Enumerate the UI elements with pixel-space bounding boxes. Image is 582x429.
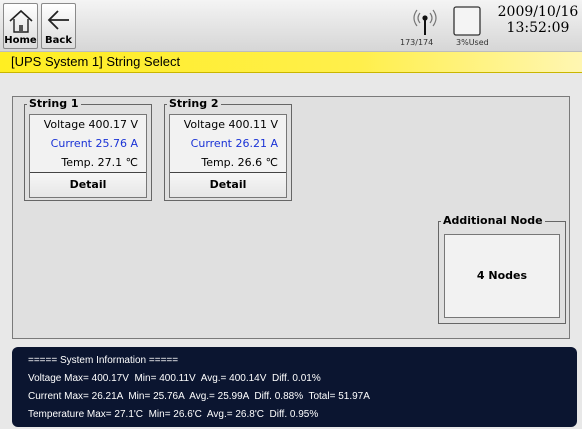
string-2-current: Current 26.21 A	[190, 137, 278, 150]
string-2-voltage: Voltage 400.11 V	[183, 118, 278, 131]
string-1-voltage: Voltage 400.17 V	[43, 118, 138, 131]
string-1-group: String 1 Voltage 400.17 V Current 25.76 …	[24, 97, 152, 201]
nodes-button[interactable]: 4 Nodes	[444, 234, 560, 318]
string-1-legend: String 1	[27, 97, 81, 111]
home-label: Home	[4, 35, 37, 46]
back-label: Back	[45, 35, 72, 46]
string-2-card[interactable]: Voltage 400.11 V Current 26.21 A Temp. 2…	[169, 114, 287, 198]
system-info-voltage: Voltage Max= 400.17V Min= 400.11V Avg.= …	[28, 373, 321, 384]
string-2-legend: String 2	[167, 97, 221, 111]
antenna-icon	[413, 9, 437, 35]
system-info-panel: ===== System Information ===== Voltage M…	[12, 347, 577, 427]
home-button[interactable]: Home	[3, 3, 38, 49]
title-bar: [UPS System 1] String Select	[0, 52, 582, 73]
time-text: 13:52:09	[506, 20, 570, 36]
back-arrow-icon	[47, 10, 69, 30]
string-2-temp: Temp. 26.6 ℃	[201, 156, 278, 169]
string-2-detail-button[interactable]: Detail	[170, 172, 286, 197]
string-1-current: Current 25.76 A	[50, 137, 138, 150]
memory-used-text: 3%Used	[456, 38, 489, 47]
string-2-group: String 2 Voltage 400.11 V Current 26.21 …	[164, 97, 292, 201]
additional-node-group: Additional Node 4 Nodes	[438, 214, 566, 324]
top-toolbar: Home Back 173/174 3%Used 2009/10/16 13:5…	[0, 0, 582, 52]
date-text: 2009/10/16	[497, 4, 579, 20]
system-info-temperature: Temperature Max= 27.1'C Min= 26.6'C Avg.…	[28, 409, 319, 420]
back-button[interactable]: Back	[41, 3, 76, 49]
system-info-current: Current Max= 26.21A Min= 25.76A Avg.= 25…	[28, 391, 370, 402]
memory-card-icon	[453, 6, 481, 36]
string-1-card[interactable]: Voltage 400.17 V Current 25.76 A Temp. 2…	[29, 114, 147, 198]
system-info-heading: ===== System Information =====	[28, 355, 179, 366]
datetime: 2009/10/16 13:52:09	[497, 4, 579, 36]
counter-text: 173/174	[400, 38, 434, 47]
string-1-detail-button[interactable]: Detail	[30, 172, 146, 197]
page-title: [UPS System 1] String Select	[11, 54, 181, 69]
string-1-temp: Temp. 27.1 ℃	[61, 156, 138, 169]
home-icon	[9, 9, 33, 33]
additional-node-legend: Additional Node	[441, 214, 545, 228]
